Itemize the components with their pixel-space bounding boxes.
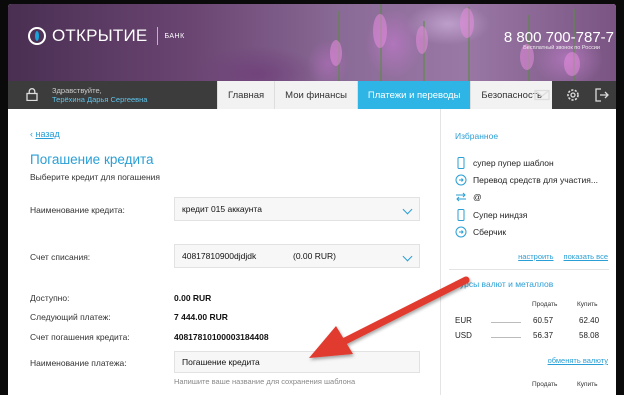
coin-transfer-icon: [455, 226, 467, 238]
credit-select[interactable]: кредит 015 аккаунта: [174, 197, 420, 221]
chevron-down-icon: [402, 204, 413, 215]
favorite-item[interactable]: Сберчик: [455, 226, 506, 238]
debit-account-label: Счет списания:: [30, 252, 91, 262]
favorites-links: настроить показать все: [518, 252, 608, 261]
repay-account-value: 40817810100003184408: [174, 332, 269, 342]
lock-icon: [26, 88, 38, 101]
gear-icon[interactable]: [565, 87, 581, 103]
repay-account-label: Счет погашения кредита:: [30, 332, 130, 342]
buy-header-2: Купить: [577, 381, 598, 388]
rate-usd-sell: 56.37: [533, 331, 554, 340]
favorite-item[interactable]: Супер ниндзя: [455, 209, 527, 221]
debit-account-number: 40817810900djdjdk: [182, 251, 257, 261]
change-currency-link[interactable]: обменять валюту: [548, 356, 608, 365]
logo-text: ОТКРЫТИЕ: [52, 26, 148, 45]
tab-home[interactable]: Главная: [217, 81, 275, 109]
favorite-item[interactable]: Перевод средств для участия...: [455, 174, 598, 186]
rate-currency-eur: EUR: [455, 316, 472, 325]
mail-icon[interactable]: [534, 87, 550, 103]
main-content: ‹ назад Погашение кредита Выберите креди…: [8, 109, 616, 395]
logo-subtext: БАНК: [164, 32, 185, 40]
tab-my-finances[interactable]: Мои финансы: [274, 81, 357, 109]
phone-icon: [457, 157, 465, 169]
payment-name-hint: Напишите ваше название для сохранения ша…: [174, 377, 356, 386]
logout-icon[interactable]: [594, 87, 610, 103]
available-label: Доступно:: [30, 293, 70, 303]
hotline-caption: Бесплатный звонок по России: [523, 45, 600, 51]
back-link[interactable]: ‹ назад: [30, 129, 60, 139]
tab-payments-transfers[interactable]: Платежи и переводы: [356, 81, 471, 109]
user-greeting: Здравствуйте, Терёхина Дарья Сергеевна: [52, 86, 147, 104]
rates-title: Курсы валют и металлов: [455, 279, 554, 289]
bank-logo[interactable]: ОТКРЫТИЕ БАНК: [28, 26, 185, 46]
logo-mark-icon: [28, 27, 46, 45]
credit-select-value: кредит 015 аккаунта: [182, 204, 262, 214]
rate-eur-buy: 62.40: [579, 316, 600, 325]
buy-header: Купить: [577, 301, 598, 308]
next-payment-value: 7 444.00 RUR: [174, 312, 228, 322]
right-sidebar: Избранное супер пупер шаблон Перевод сре…: [440, 109, 616, 395]
main-tabs: Главная Мои финансы Платежи и переводы Б…: [217, 81, 553, 109]
payment-name-input[interactable]: Погашение кредита: [174, 351, 420, 373]
payment-name-label: Наименование платежа:: [30, 358, 127, 368]
divider: [449, 269, 609, 270]
user-name-link[interactable]: Терёхина Дарья Сергеевна: [52, 95, 147, 104]
browser-frame: ОТКРЫТИЕ БАНК 8 800 700-787-7 Бесплатный…: [8, 4, 616, 395]
show-all-link[interactable]: показать все: [564, 252, 608, 261]
favorite-item[interactable]: @: [455, 191, 482, 203]
hotline-phone: 8 800 700-787-7: [503, 29, 614, 46]
sell-header-2: Продать: [532, 381, 558, 388]
next-payment-label: Следующий платеж:: [30, 312, 111, 322]
rate-currency-usd: USD: [455, 331, 472, 340]
page-title: Погашение кредита: [30, 152, 154, 167]
favorite-item[interactable]: супер пупер шаблон: [455, 157, 554, 169]
debit-account-balance: (0.00 RUR): [293, 251, 336, 261]
exchange-arrows-icon: [456, 192, 466, 202]
chevron-down-icon: [402, 251, 413, 262]
sell-header: Продать: [532, 301, 558, 308]
rate-usd-buy: 58.08: [579, 331, 600, 340]
credit-name-label: Наименование кредита:: [30, 205, 125, 215]
header-banner: ОТКРЫТИЕ БАНК 8 800 700-787-7 Бесплатный…: [8, 4, 616, 81]
greeting-text: Здравствуйте,: [52, 86, 102, 95]
configure-link[interactable]: настроить: [518, 252, 553, 261]
favorites-title: Избранное: [455, 131, 499, 141]
coin-transfer-icon: [455, 174, 467, 186]
top-navbar: Здравствуйте, Терёхина Дарья Сергеевна Г…: [8, 81, 616, 109]
available-value: 0.00 RUR: [174, 293, 212, 303]
rate-eur-sell: 60.57: [533, 316, 554, 325]
page-subtitle: Выберите кредит для погашения: [30, 172, 161, 182]
debit-account-select[interactable]: 40817810900djdjdk (0.00 RUR): [174, 244, 420, 268]
phone-icon: [457, 209, 465, 221]
